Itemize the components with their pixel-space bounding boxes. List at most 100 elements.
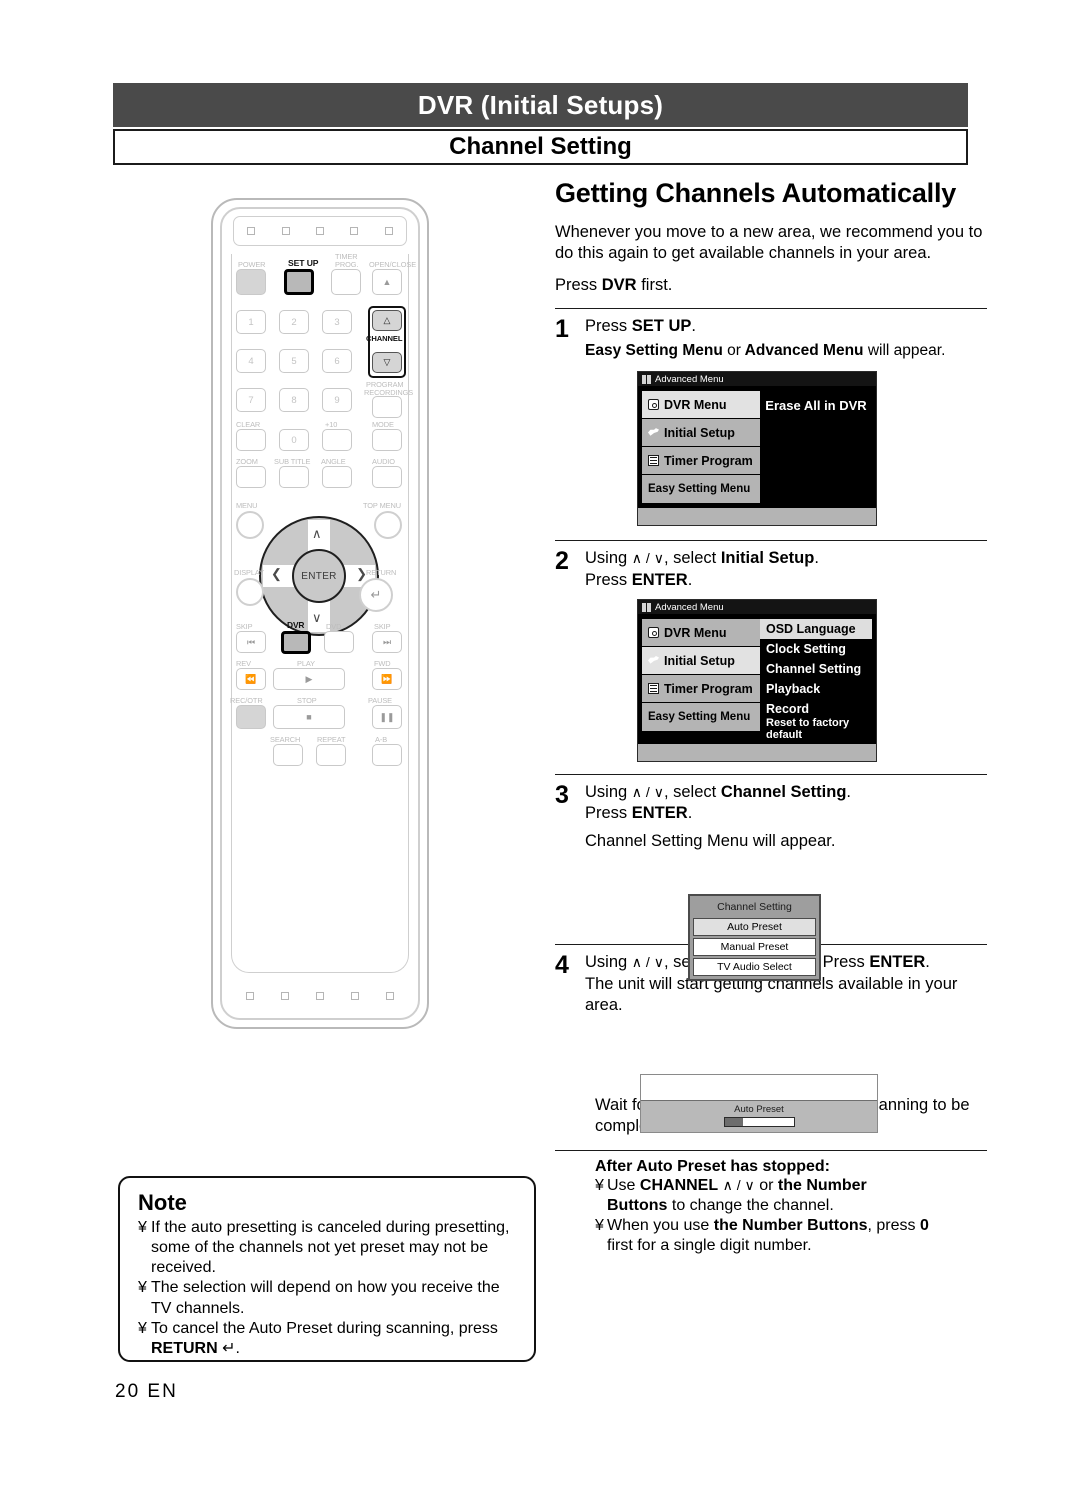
number-button-1[interactable]: 1 (236, 310, 266, 334)
dvd-label: DVD (326, 622, 342, 631)
wrench-icon (648, 655, 659, 666)
number-button-9[interactable]: 9 (322, 388, 352, 412)
fwd-button[interactable]: ⏩ (372, 668, 402, 690)
timer-prog-button[interactable] (331, 269, 361, 295)
play-button[interactable]: ▶ (273, 668, 345, 690)
cs-item-tv-audio-select[interactable]: TV Audio Select (693, 958, 816, 976)
channel-key-ref: CHANNEL (639, 1176, 719, 1194)
osd-2-right-item-clock-setting[interactable]: Clock Setting (760, 639, 872, 660)
step-4-arrow-keys-icon: ∧ / ∨ (631, 954, 664, 971)
step-1-post: . (691, 316, 696, 335)
osd-1-item-dvr-menu[interactable]: DVR Menu (642, 391, 760, 420)
osd-2-body: DVR Menu Initial Setup Timer Program Eas… (638, 614, 876, 745)
stop-button[interactable]: ■ (273, 705, 345, 729)
osd-2-right-item-playback[interactable]: Playback (760, 679, 872, 700)
osd-2-right-item-reset-factory[interactable]: Reset to factory default (760, 717, 872, 741)
number-button-2[interactable]: 2 (279, 310, 309, 334)
step-3-body: Using ∧ / ∨, select Channel Setting. Pre… (585, 782, 987, 852)
skip-fwd-button[interactable]: ⏭ (372, 631, 402, 653)
number-button-6[interactable]: 6 (322, 349, 352, 373)
channel-up-button[interactable]: △ (372, 310, 402, 331)
setup-button[interactable] (284, 269, 314, 295)
angle-button[interactable] (322, 466, 352, 488)
number-button-3[interactable]: 3 (322, 310, 352, 334)
repeat-label: REPEAT (317, 735, 346, 744)
dpad-left-icon[interactable]: ❮ (271, 566, 282, 582)
number-button-4[interactable]: 4 (236, 349, 266, 373)
number-label-6: 6 (334, 355, 340, 367)
initial-setup-ref: Initial Setup (720, 549, 815, 568)
osd-2-item-easy-setting-menu[interactable]: Easy Setting Menu (642, 703, 760, 732)
display-button[interactable] (236, 578, 264, 606)
dvr-button[interactable] (281, 631, 311, 654)
plus10-button[interactable] (322, 429, 352, 451)
number-button-8[interactable]: 8 (279, 388, 309, 412)
subtitle-label: SUB TITLE (274, 457, 311, 466)
top-menu-label: TOP MENU (363, 501, 401, 510)
open-close-button[interactable]: ▲ (372, 269, 402, 295)
enter-button[interactable]: ENTER (292, 549, 346, 603)
pause-button[interactable]: ❚❚ (372, 705, 402, 729)
rev-button[interactable]: ⏪ (236, 668, 266, 690)
osd-2-right-item-osd-language[interactable]: OSD Language (760, 619, 872, 640)
program-recordings-button[interactable] (372, 396, 402, 418)
step-1-line1: Press SET UP. (585, 316, 987, 337)
number-button-7[interactable]: 7 (236, 388, 266, 412)
osd-2-item-timer-program[interactable]: Timer Program (642, 675, 760, 704)
rev-label: REV (236, 659, 251, 668)
osd-1-item-easy-setting-menu[interactable]: Easy Setting Menu (642, 475, 760, 504)
osd-2-right-item-channel-setting[interactable]: Channel Setting (760, 659, 872, 680)
osd-1-item-initial-setup[interactable]: Initial Setup (642, 419, 760, 448)
osd-2-item-label-0: DVR Menu (664, 625, 727, 640)
number-button-0[interactable]: 0 (279, 429, 309, 451)
dvd-button[interactable] (324, 631, 354, 653)
note-item-1-text: If the auto presetting is canceled durin… (151, 1219, 510, 1277)
osd-channel-setting-menu: Channel Setting Auto Preset Manual Prese… (688, 894, 821, 981)
ap-progress-fill (724, 1118, 743, 1126)
search-button[interactable] (273, 744, 303, 766)
cs-item-auto-preset[interactable]: Auto Preset (693, 918, 816, 936)
step-1-key: SET UP (631, 316, 692, 335)
power-button[interactable] (236, 269, 266, 295)
osd-2-right-label-0: OSD Language (766, 622, 856, 637)
dpad-up-icon[interactable]: ∧ (312, 526, 322, 542)
zoom-button[interactable] (236, 466, 266, 488)
top-mini-button-4 (350, 227, 359, 235)
play-label: PLAY (297, 659, 315, 668)
dpad-down-icon[interactable]: ∨ (312, 610, 322, 626)
audio-button[interactable] (372, 466, 402, 488)
ab-button[interactable] (372, 744, 402, 766)
ap-progress-area: Auto Preset (641, 1100, 877, 1132)
osd-2-right-item-record[interactable]: Record (760, 699, 872, 720)
osd-2-item-initial-setup[interactable]: Initial Setup (642, 647, 760, 676)
pause-label: PAUSE (368, 696, 393, 705)
return-button[interactable]: ↵ (359, 578, 393, 612)
ap-label: Auto Preset (734, 1104, 784, 1115)
after-title: After Auto Preset has stopped: (595, 1157, 830, 1175)
osd-2-item-dvr-menu[interactable]: DVR Menu (642, 619, 760, 648)
cs-item-manual-preset[interactable]: Manual Preset (693, 938, 816, 956)
rec-otr-label: REC/OTR (230, 696, 263, 705)
step-1-body: Press SET UP. Easy Setting Menu or Advan… (585, 316, 987, 362)
skip-back-button[interactable]: ⏮ (236, 631, 266, 653)
disc-icon (648, 399, 659, 411)
subtitle-button[interactable] (279, 466, 309, 488)
osd-1-item-timer-program[interactable]: Timer Program (642, 447, 760, 476)
mode-button[interactable] (372, 429, 402, 451)
number-button-5[interactable]: 5 (279, 349, 309, 373)
osd-1-right-item-0[interactable]: Erase All in DVR (760, 391, 872, 420)
channel-down-button[interactable]: ▽ (372, 352, 402, 373)
direction-pad[interactable]: ∧ ∨ ❮ ❯ ENTER (259, 516, 379, 636)
rec-otr-button[interactable] (236, 705, 266, 729)
after-bullet-2: ¥ When you use the Number Buttons, press… (595, 1216, 987, 1256)
number-buttons-ref-2: Buttons (607, 1196, 668, 1214)
repeat-button[interactable] (316, 744, 346, 766)
intro-paragraph-2: Press DVR first. (555, 275, 987, 296)
after-bullet-1: ¥ Use CHANNEL ∧ / ∨ or the Number Buttons… (595, 1176, 987, 1216)
top-mini-button-5 (384, 227, 393, 235)
clear-button[interactable] (236, 429, 266, 451)
skip-back-label: SKIP (236, 622, 253, 631)
number-label-1: 1 (248, 316, 254, 328)
number-label-0: 0 (291, 434, 297, 446)
step-2-mid: , select (663, 549, 721, 568)
